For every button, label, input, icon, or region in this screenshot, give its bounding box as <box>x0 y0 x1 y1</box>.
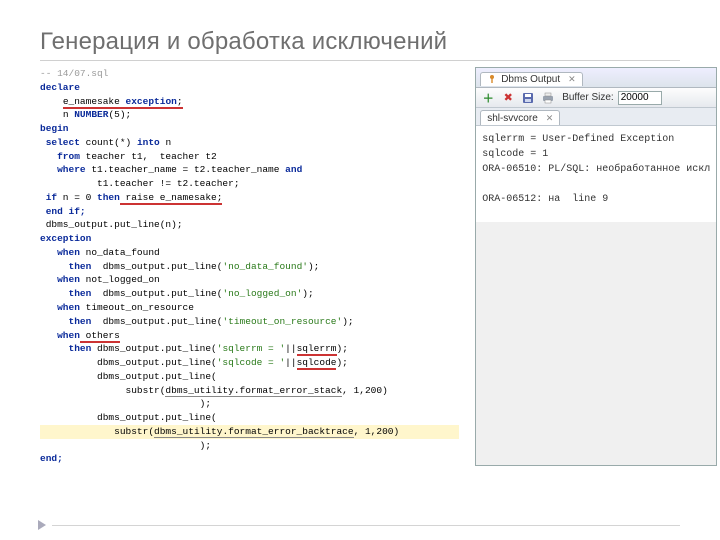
slide-bullet-icon <box>38 520 46 530</box>
tab-dbms-output[interactable]: Dbms Output ✕ <box>480 72 582 86</box>
footer-divider <box>52 525 680 526</box>
connection-tab-strip: shl-svvcore ✕ <box>476 108 716 126</box>
dbms-output-panel: Dbms Output ✕ ＋ ✖ Buffer Size: shl-svvco… <box>475 67 717 466</box>
page-title: Генерация и обработка исключений <box>40 28 680 61</box>
panel-tab-strip: Dbms Output ✕ <box>476 68 716 88</box>
plsql-code: -- 14/07.sql declare e_namesake exceptio… <box>40 67 459 466</box>
content-row: -- 14/07.sql declare e_namesake exceptio… <box>40 67 680 466</box>
tab-label: Dbms Output <box>501 74 560 85</box>
buffer-size-label: Buffer Size: <box>562 92 614 103</box>
tab-connection[interactable]: shl-svvcore ✕ <box>480 110 560 125</box>
code-column: -- 14/07.sql declare e_namesake exceptio… <box>40 67 459 466</box>
add-icon[interactable]: ＋ <box>480 90 496 106</box>
buffer-size-input[interactable] <box>618 91 662 105</box>
close-icon[interactable]: ✕ <box>546 113 554 124</box>
close-icon[interactable]: ✕ <box>568 74 576 85</box>
code-comment: -- 14/07.sql <box>40 68 108 79</box>
console-output: sqlerrm = User-Defined Exception sqlcode… <box>476 126 716 222</box>
print-icon[interactable] <box>540 90 556 106</box>
output-toolbar: ＋ ✖ Buffer Size: <box>476 88 716 108</box>
pin-icon <box>487 74 497 84</box>
connection-tab-label: shl-svvcore <box>487 113 538 124</box>
clear-icon[interactable]: ✖ <box>500 90 516 106</box>
save-icon[interactable] <box>520 90 536 106</box>
